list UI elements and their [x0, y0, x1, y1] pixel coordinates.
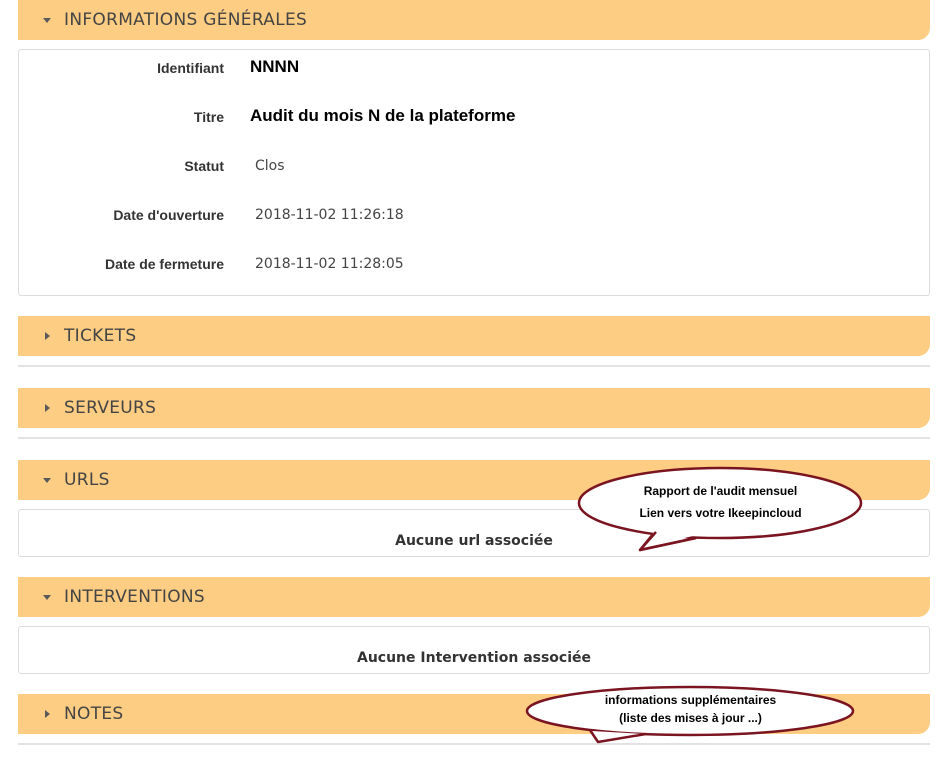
general-info-panel: Identifiant NNNN Titre Audit du mois N d… [18, 49, 930, 296]
callout-notes-line2: (liste des mises à jour ...) [619, 711, 762, 725]
info-row-opened: Date d'ouverture 2018-11-02 11:26:18 [19, 203, 929, 227]
section-title: URLS [64, 470, 110, 490]
interventions-empty-message: Aucune Intervention associée [356, 650, 592, 666]
section-title: INFORMATIONS GÉNÉRALES [64, 10, 308, 30]
section-title: SERVEURS [64, 398, 157, 418]
caret-down-icon [43, 478, 51, 483]
id-value: NNNN [250, 57, 300, 76]
opened-value: 2018-11-02 11:26:18 [255, 207, 404, 223]
opened-label: Date d'ouverture [113, 207, 224, 223]
caret-right-icon [45, 404, 50, 412]
section-header-interventions[interactable]: INTERVENTIONS [18, 577, 930, 617]
callout-report-line2: Lien vers votre Ikeepincloud [639, 506, 802, 520]
info-row-closed: Date de fermeture 2018-11-02 11:28:05 [19, 252, 929, 276]
status-label: Statut [184, 158, 224, 174]
caret-right-icon [45, 710, 50, 718]
info-row-status: Statut Clos [19, 154, 929, 178]
status-value: Clos [255, 158, 285, 174]
info-row-id: Identifiant NNNN [19, 56, 929, 80]
section-header-general[interactable]: INFORMATIONS GÉNÉRALES [18, 0, 930, 40]
section-header-tickets[interactable]: TICKETS [18, 316, 930, 356]
section-title: NOTES [64, 704, 124, 724]
caret-down-icon [43, 595, 51, 600]
id-label: Identifiant [157, 60, 224, 76]
title-value: Audit du mois N de la plateforme [250, 106, 516, 125]
section-title: INTERVENTIONS [64, 587, 206, 607]
title-label: Titre [193, 109, 224, 125]
section-header-servers[interactable]: SERVEURS [18, 388, 930, 428]
caret-down-icon [43, 18, 51, 23]
callout-report: Rapport de l'audit mensuel Lien vers vot… [577, 466, 863, 552]
callout-notes-line1: informations supplémentaires [604, 693, 777, 707]
interventions-panel: Aucune Intervention associée [18, 626, 930, 674]
callout-report-line1: Rapport de l'audit mensuel [643, 484, 798, 498]
closed-value: 2018-11-02 11:28:05 [255, 256, 404, 272]
caret-right-icon [45, 332, 50, 340]
info-row-title: Titre Audit du mois N de la plateforme [19, 105, 929, 129]
closed-label: Date de fermeture [104, 256, 224, 272]
callout-notes: informations supplémentaires (liste des … [525, 684, 855, 744]
divider [18, 365, 930, 367]
divider [18, 437, 930, 439]
section-title: TICKETS [64, 326, 137, 346]
